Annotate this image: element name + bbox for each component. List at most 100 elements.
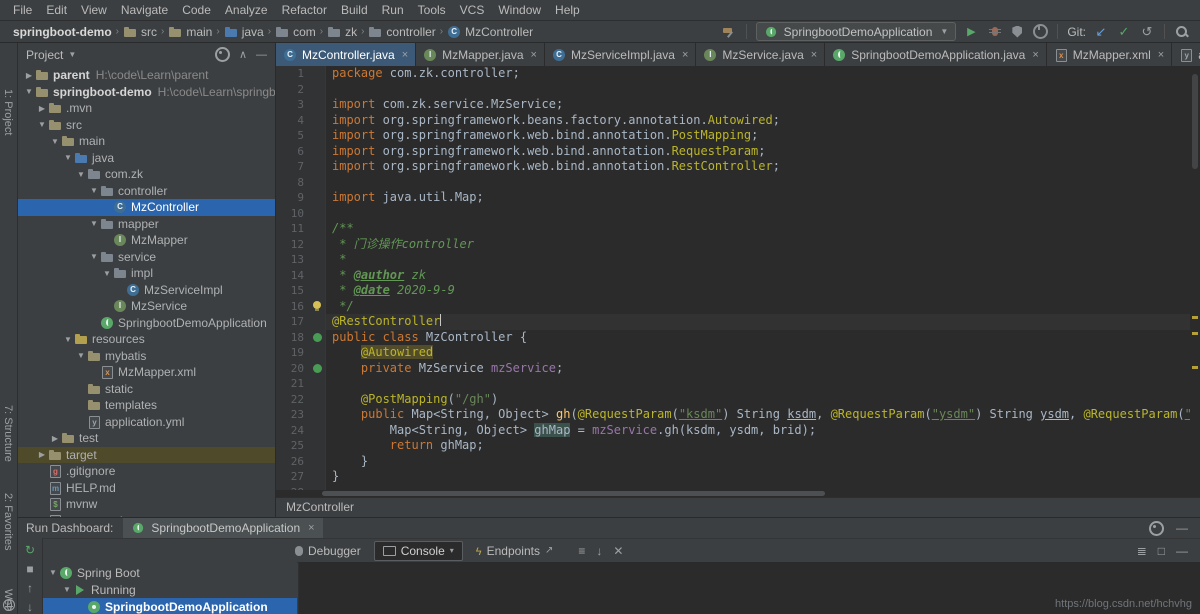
tree-item-mapper[interactable]: ▼mapper [18,216,275,233]
vcs-revert-button[interactable]: ↺ [1139,23,1155,41]
warning-stripe-mark[interactable] [1192,366,1198,369]
close-icon[interactable]: × [308,522,314,534]
menu-tools[interactable]: Tools [411,0,453,20]
dashboard-tree-item-SpringbootDemoApplication[interactable]: SpringbootDemoApplication [43,598,297,614]
tab-MzServiceImpl.java[interactable]: MzServiceImpl.java× [545,43,696,66]
warning-stripe-mark[interactable] [1192,316,1198,319]
profiler-button[interactable] [1032,23,1048,41]
tree-expanded-arrow[interactable]: ▼ [61,585,73,594]
tree-collapsed-arrow[interactable]: ▶ [36,104,48,113]
dashboard-tree-item-Running[interactable]: ▼Running [43,581,297,598]
tree-expanded-arrow[interactable]: ▼ [75,351,87,360]
debug-button[interactable] [986,23,1002,41]
clear-console-icon[interactable]: ✕ [613,544,623,558]
menu-help[interactable]: Help [548,0,587,20]
tab-close-icon[interactable]: × [1158,49,1164,61]
tool-window-button-structure[interactable]: 7: Structure [2,405,14,462]
scroll-to-end-icon[interactable]: ↓ [596,544,602,558]
tab-close-icon[interactable]: × [811,49,817,61]
tree-expanded-arrow[interactable]: ▼ [36,120,48,129]
menu-analyze[interactable]: Analyze [218,0,275,20]
spring-gutter-icon[interactable] [310,330,326,346]
tree-expanded-arrow[interactable]: ▼ [23,87,35,96]
tool-window-button-web[interactable]: Web [2,589,14,611]
tree-item-MzMapper.xml[interactable]: MzMapper.xml [18,364,275,381]
tab-close-icon[interactable]: × [531,49,537,61]
tab-MzController.java[interactable]: MzController.java× [276,43,416,66]
split-icon[interactable]: □ [1158,544,1165,558]
run-button[interactable]: ▶ [963,23,979,41]
minimize-panel-icon[interactable]: — [1176,521,1188,535]
tree-item-src[interactable]: ▼src [18,117,275,134]
soft-wrap-icon[interactable]: ≡ [578,544,585,558]
tree-expanded-arrow[interactable]: ▼ [88,252,100,261]
menu-file[interactable]: File [6,0,39,20]
tree-item-resources[interactable]: ▼resources [18,331,275,348]
layout-icon[interactable]: ≣ [1137,544,1147,558]
tree-expanded-arrow[interactable]: ▼ [88,186,100,195]
tree-item-test[interactable]: ▶test [18,430,275,447]
view-tab-debugger[interactable]: Debugger [286,541,370,561]
tree-collapsed-arrow[interactable]: ▶ [36,450,48,459]
menu-window[interactable]: Window [491,0,548,20]
tab-MzMapper.java[interactable]: MzMapper.java× [416,43,545,66]
breadcrumb-item-springboot-demo[interactable]: springboot-demo [10,25,112,39]
tree-item-MzController[interactable]: MzController [18,199,275,216]
horizontal-scrollbar[interactable] [322,490,1190,497]
tree-item-mybatis[interactable]: ▼mybatis [18,348,275,365]
search-everywhere-button[interactable] [1174,23,1190,41]
tab-close-icon[interactable]: × [402,49,408,61]
tree-item-com.zk[interactable]: ▼com.zk [18,166,275,183]
breadcrumb-item-zk[interactable]: zk [327,25,357,39]
expand-all-icon[interactable]: ↑ [22,581,38,595]
code-editor[interactable]: 1package com.zk.controller;23import com.… [276,66,1190,490]
menu-edit[interactable]: Edit [39,0,74,20]
scrollbar-thumb[interactable] [1192,74,1198,169]
tab-MzService.java[interactable]: MzService.java× [696,43,825,66]
breadcrumb-item-main[interactable]: main [168,25,212,39]
hide-panel-icon[interactable]: — [1176,544,1188,558]
collapse-all-icon[interactable]: ∧ [239,48,247,61]
run-with-coverage-button[interactable] [1009,23,1025,41]
menu-run[interactable]: Run [375,0,411,20]
tree-item-static[interactable]: static [18,381,275,398]
editor-breadcrumb[interactable]: MzController [276,497,1200,517]
tree-item-impl[interactable]: ▼impl [18,265,275,282]
bulb-gutter-icon[interactable] [310,299,326,315]
console-output[interactable]: https://blog.csdn.net/hchvhg [298,562,1200,614]
tree-expanded-arrow[interactable]: ▼ [49,137,61,146]
tree-expanded-arrow[interactable]: ▼ [62,153,74,162]
breadcrumb-item-java[interactable]: java [224,25,264,39]
tree-item-parent[interactable]: ▶parentH:\code\Learn\parent [18,67,275,84]
tab-close-icon[interactable]: × [1032,49,1038,61]
menu-vcs[interactable]: VCS [453,0,492,20]
breadcrumb-item-MzController[interactable]: MzController [447,25,533,39]
tree-expanded-arrow[interactable]: ▼ [47,568,59,577]
tree-item-main[interactable]: ▼main [18,133,275,150]
build-button[interactable] [721,23,737,41]
collapse-all-icon[interactable]: ↓ [22,600,38,614]
tree-collapsed-arrow[interactable]: ▶ [49,434,61,443]
tab-SpringbootDemoApplication.java[interactable]: SpringbootDemoApplication.java× [825,43,1047,66]
tree-expanded-arrow[interactable]: ▼ [62,335,74,344]
vertical-scrollbar[interactable] [1190,66,1200,490]
tree-item-.gitignore[interactable]: .gitignore [18,463,275,480]
tool-window-button-favorites[interactable]: 2: Favorites [2,493,14,550]
rerun-icon[interactable]: ↻ [22,543,38,557]
vcs-update-button[interactable]: ↙ [1093,23,1109,41]
menu-navigate[interactable]: Navigate [114,0,175,20]
tree-item-templates[interactable]: templates [18,397,275,414]
breadcrumb-item-controller[interactable]: controller [368,25,435,39]
tree-expanded-arrow[interactable]: ▼ [75,170,87,179]
menu-code[interactable]: Code [175,0,218,20]
tree-item-.mvn[interactable]: ▶.mvn [18,100,275,117]
dashboard-tree-item-Spring Boot[interactable]: ▼Spring Boot [43,564,297,581]
tab-MzMapper.xml[interactable]: MzMapper.xml× [1047,43,1172,66]
tree-item-HELP.md[interactable]: HELP.md [18,480,275,497]
tree-item-java[interactable]: ▼java [18,150,275,167]
tab-close-icon[interactable]: × [682,49,688,61]
spring-gutter-icon[interactable] [310,361,326,377]
tree-item-MzService[interactable]: MzService [18,298,275,315]
settings-gear-icon[interactable] [215,47,230,62]
settings-gear-icon[interactable] [1149,521,1164,536]
